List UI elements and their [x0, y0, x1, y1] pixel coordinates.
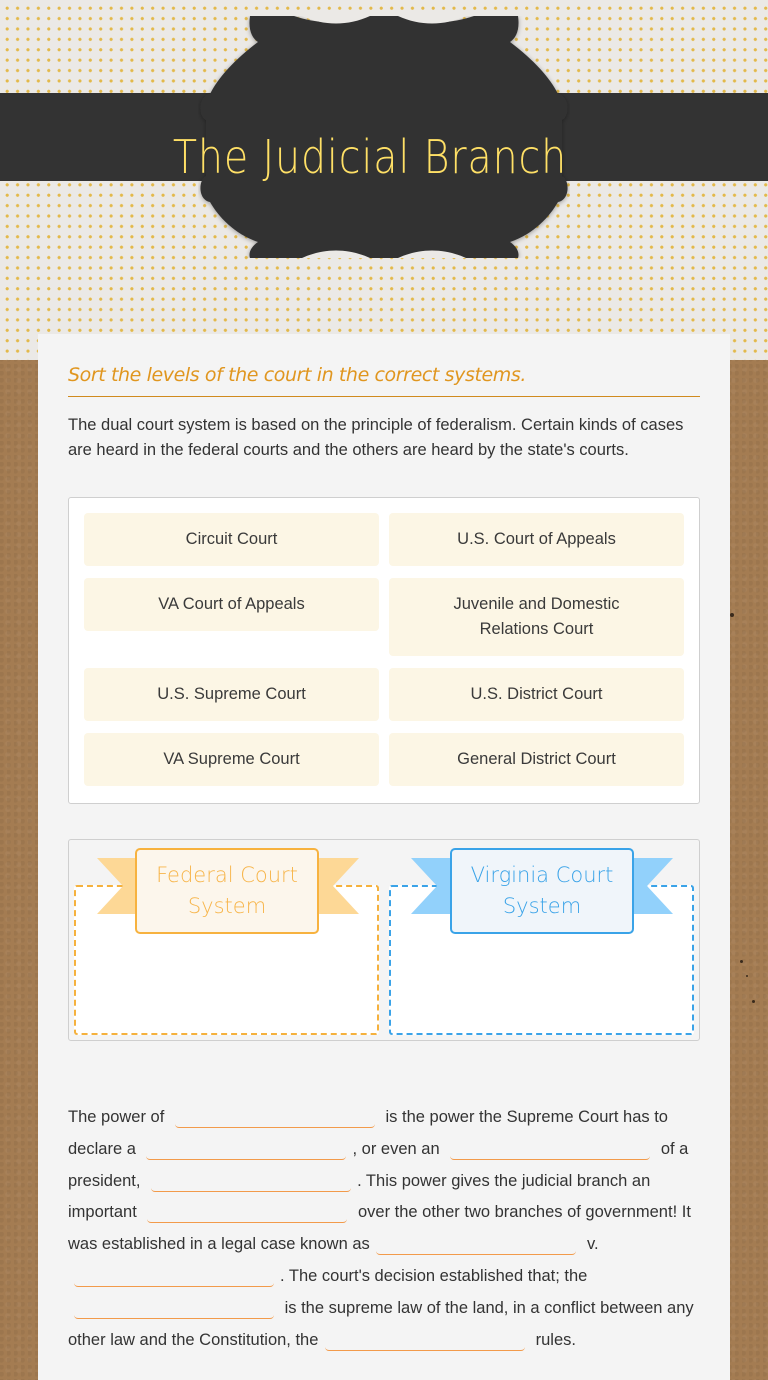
federal-court-bin-label: Federal Court System: [135, 848, 319, 934]
blank-input[interactable]: [74, 1265, 274, 1287]
blank-input[interactable]: [74, 1297, 274, 1319]
drag-item[interactable]: Juvenile and Domestic Relations Court: [389, 578, 684, 656]
intro-text: The dual court system is based on the pr…: [68, 416, 684, 459]
blank-input[interactable]: [450, 1138, 651, 1160]
cloze-text: . The court's decision established that;…: [280, 1266, 588, 1285]
instructions-heading: Sort the levels of the court in the corr…: [68, 364, 700, 397]
cloze-text: , or even an: [352, 1139, 440, 1158]
virginia-court-bin-label: Virginia Court System: [450, 848, 634, 934]
blank-input[interactable]: [147, 1201, 348, 1224]
blank-input[interactable]: [376, 1233, 577, 1256]
activity-card: Sort the levels of the court in the corr…: [38, 334, 730, 1380]
drag-item[interactable]: U.S. Court of Appeals: [389, 513, 684, 566]
drag-item[interactable]: U.S. District Court: [389, 668, 684, 721]
drag-item[interactable]: General District Court: [389, 733, 684, 786]
header-pattern-background: The Judicial Branch: [0, 0, 768, 360]
sort-bins-area: Federal Court System Virginia Court Syst…: [68, 839, 700, 1041]
fill-in-the-blank-paragraph: The power of is the power the Supreme Co…: [68, 1100, 700, 1354]
cloze-text: The power of: [68, 1108, 165, 1126]
drag-item[interactable]: U.S. Supreme Court: [84, 668, 379, 721]
drag-item[interactable]: VA Supreme Court: [84, 733, 379, 786]
drag-item[interactable]: VA Court of Appeals: [84, 578, 379, 631]
blank-input[interactable]: [146, 1138, 347, 1160]
page-title: The Judicial Branch: [172, 130, 568, 184]
drag-item-pool: Circuit Court U.S. Court of Appeals VA C…: [68, 497, 700, 804]
blank-input[interactable]: [325, 1329, 526, 1351]
blank-input[interactable]: [151, 1170, 352, 1192]
cloze-text: v.: [586, 1235, 599, 1254]
cloze-text: rules.: [535, 1330, 576, 1349]
drag-item[interactable]: Circuit Court: [84, 513, 379, 566]
blank-input[interactable]: [174, 1106, 375, 1128]
